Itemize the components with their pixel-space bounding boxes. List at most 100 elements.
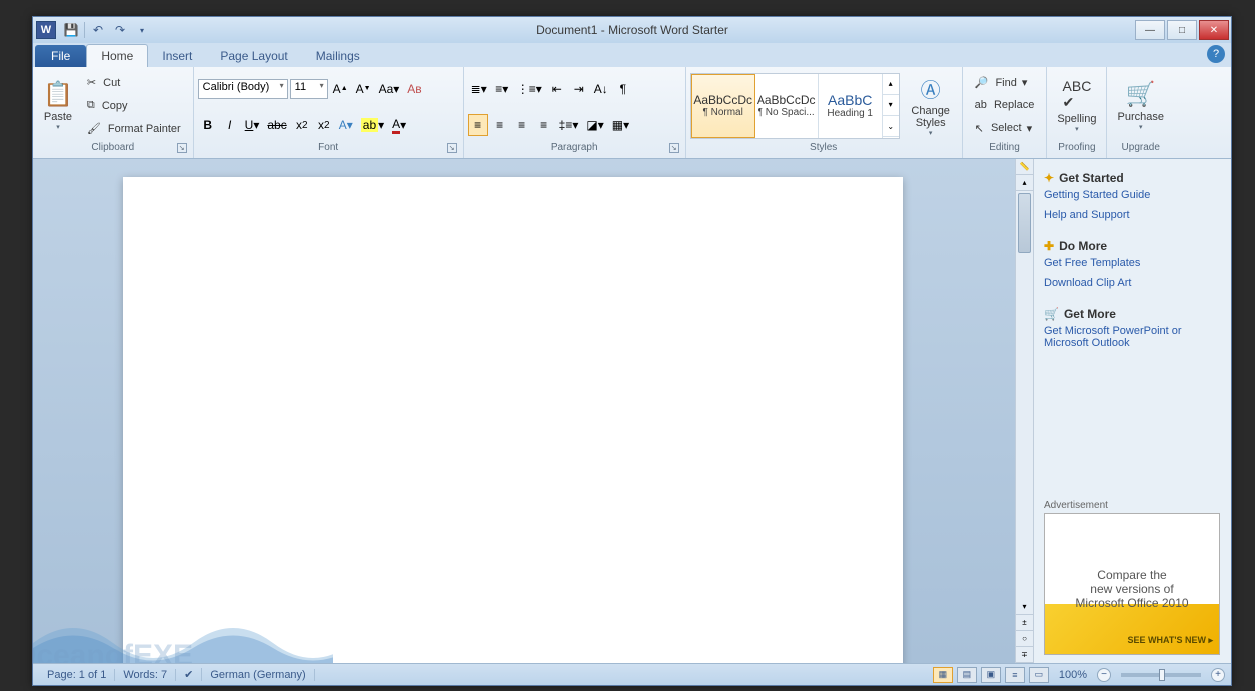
align-right-button[interactable]: ≡ (512, 114, 532, 136)
browse-object-button[interactable]: ○ (1016, 631, 1033, 647)
align-center-button[interactable]: ≡ (490, 114, 510, 136)
web-layout-view-button[interactable]: ▣ (981, 667, 1001, 683)
tab-page-layout[interactable]: Page Layout (206, 45, 301, 67)
borders-button[interactable]: ▦▾ (609, 114, 632, 136)
gallery-more-button[interactable]: ⌄ (883, 116, 899, 137)
zoom-in-button[interactable]: + (1211, 668, 1225, 682)
increase-indent-button[interactable]: ⇥ (569, 78, 589, 100)
help-icon[interactable]: ? (1207, 45, 1225, 63)
link-get-powerpoint-outlook[interactable]: Get Microsoft PowerPoint or Microsoft Ou… (1044, 321, 1221, 353)
zoom-handle[interactable] (1159, 669, 1165, 681)
font-name-select[interactable]: Calibri (Body) (198, 79, 288, 99)
style-gallery: AaBbCcDc¶ Normal AaBbCcDc¶ No Spaci... A… (690, 73, 900, 139)
strikethrough-button[interactable]: abc (264, 114, 289, 136)
status-proofing-icon[interactable]: ✔ (176, 668, 202, 681)
shading-button[interactable]: ◪▾ (583, 114, 606, 136)
purchase-button[interactable]: 🛒 Purchase ▾ (1111, 69, 1169, 142)
style-normal[interactable]: AaBbCcDc¶ Normal (691, 74, 755, 138)
bold-button[interactable]: B (198, 114, 218, 136)
decrease-indent-button[interactable]: ⇤ (547, 78, 567, 100)
scroll-thumb[interactable] (1018, 193, 1031, 253)
sort-button[interactable]: A↓ (591, 78, 611, 100)
save-icon[interactable]: 💾 (62, 21, 80, 39)
style-heading1[interactable]: AaBbCHeading 1 (819, 74, 883, 138)
justify-button[interactable]: ≡ (534, 114, 554, 136)
underline-button[interactable]: U▾ (242, 114, 263, 136)
status-language[interactable]: German (Germany) (202, 669, 314, 681)
change-case-button[interactable]: Aa▾ (376, 78, 403, 100)
replace-button[interactable]: ab Replace (971, 99, 1039, 111)
fullscreen-view-button[interactable]: ▤ (957, 667, 977, 683)
font-size-select[interactable]: 11 (290, 79, 328, 99)
shrink-font-button[interactable]: A▼ (353, 78, 374, 100)
advertisement[interactable]: Compare the new versions of Microsoft Of… (1044, 513, 1220, 655)
text-effects-button[interactable]: A▾ (336, 114, 356, 136)
tab-insert[interactable]: Insert (148, 45, 206, 67)
gallery-down-button[interactable]: ▾ (883, 95, 899, 116)
ruler-toggle-icon[interactable]: 📏 (1016, 159, 1033, 175)
vertical-scrollbar[interactable]: 📏 ▴ ▾ ± ○ ∓ (1015, 159, 1033, 663)
group-styles: AaBbCcDc¶ Normal AaBbCcDc¶ No Spaci... A… (686, 67, 963, 158)
getting-started-panel: ✦Get Started Getting Started Guide Help … (1033, 159, 1231, 663)
next-page-button[interactable]: ∓ (1016, 647, 1033, 663)
document-area[interactable]: OceanofEXE (33, 159, 1015, 663)
subscript-button[interactable]: x2 (292, 114, 312, 136)
prev-page-button[interactable]: ± (1016, 615, 1033, 631)
link-free-templates[interactable]: Get Free Templates (1044, 253, 1221, 273)
scroll-track[interactable] (1016, 191, 1033, 599)
style-no-spacing[interactable]: AaBbCcDc¶ No Spaci... (755, 74, 819, 138)
clipboard-dialog-launcher[interactable]: ↘ (177, 143, 187, 153)
highlight-button[interactable]: ab▾ (358, 114, 387, 136)
italic-button[interactable]: I (220, 114, 240, 136)
link-download-clipart[interactable]: Download Clip Art (1044, 273, 1221, 293)
paste-button[interactable]: 📋 Paste ▾ (37, 69, 79, 142)
qat-customize-icon[interactable]: ▾ (133, 21, 151, 39)
numbering-button[interactable]: ≡▾ (492, 78, 512, 100)
status-page[interactable]: Page: 1 of 1 (39, 669, 115, 681)
tab-file[interactable]: File (35, 45, 86, 67)
multilevel-list-button[interactable]: ⋮≡▾ (514, 78, 545, 100)
font-dialog-launcher[interactable]: ↘ (447, 143, 457, 153)
font-color-button[interactable]: A▾ (389, 114, 409, 136)
close-button[interactable]: ✕ (1199, 20, 1229, 40)
zoom-level[interactable]: 100% (1059, 669, 1087, 681)
line-spacing-button[interactable]: ‡≡▾ (556, 114, 582, 136)
format-painter-button[interactable]: 🖌 Format Painter (83, 122, 185, 135)
tab-mailings[interactable]: Mailings (302, 45, 374, 67)
sparkle-icon: ✦ (1044, 171, 1054, 185)
zoom-slider[interactable] (1121, 673, 1201, 677)
minimize-button[interactable]: — (1135, 20, 1165, 40)
select-button[interactable]: ↖ Select ▾ (971, 122, 1039, 135)
draft-view-button[interactable]: ▭ (1029, 667, 1049, 683)
group-upgrade: 🛒 Purchase ▾ Upgrade (1107, 67, 1173, 158)
clear-formatting-button[interactable]: Aʙ (404, 78, 424, 100)
tab-home[interactable]: Home (86, 44, 148, 67)
scroll-up-button[interactable]: ▴ (1016, 175, 1033, 191)
group-clipboard: 📋 Paste ▾ ✂ Cut ⧉ Copy 🖌 Format Painter … (33, 67, 194, 158)
gallery-up-button[interactable]: ▴ (883, 74, 899, 95)
grow-font-button[interactable]: A▲ (330, 78, 351, 100)
maximize-button[interactable]: □ (1167, 20, 1197, 40)
status-words[interactable]: Words: 7 (115, 669, 176, 681)
show-marks-button[interactable]: ¶ (613, 78, 633, 100)
find-button[interactable]: 🔎 Find ▾ (971, 76, 1039, 89)
bullets-button[interactable]: ≣▾ (468, 78, 490, 100)
redo-icon[interactable]: ↷ (111, 21, 129, 39)
document-page[interactable] (123, 177, 903, 663)
print-layout-view-button[interactable]: ▦ (933, 667, 953, 683)
change-styles-button[interactable]: Ⓐ Change Styles ▾ (904, 72, 958, 139)
scroll-down-button[interactable]: ▾ (1016, 599, 1033, 615)
link-getting-started-guide[interactable]: Getting Started Guide (1044, 185, 1221, 205)
chevron-down-icon: ▾ (1139, 123, 1143, 131)
binoculars-icon: 🔎 (975, 76, 989, 89)
superscript-button[interactable]: x2 (314, 114, 334, 136)
cut-button[interactable]: ✂ Cut (83, 76, 185, 89)
zoom-out-button[interactable]: − (1097, 668, 1111, 682)
spelling-button[interactable]: ABC✔ Spelling ▾ (1051, 69, 1102, 142)
align-left-button[interactable]: ≡ (468, 114, 488, 136)
undo-icon[interactable]: ↶ (89, 21, 107, 39)
paragraph-dialog-launcher[interactable]: ↘ (669, 143, 679, 153)
copy-button[interactable]: ⧉ Copy (83, 99, 185, 112)
outline-view-button[interactable]: ≡ (1005, 667, 1025, 683)
link-help-support[interactable]: Help and Support (1044, 205, 1221, 225)
